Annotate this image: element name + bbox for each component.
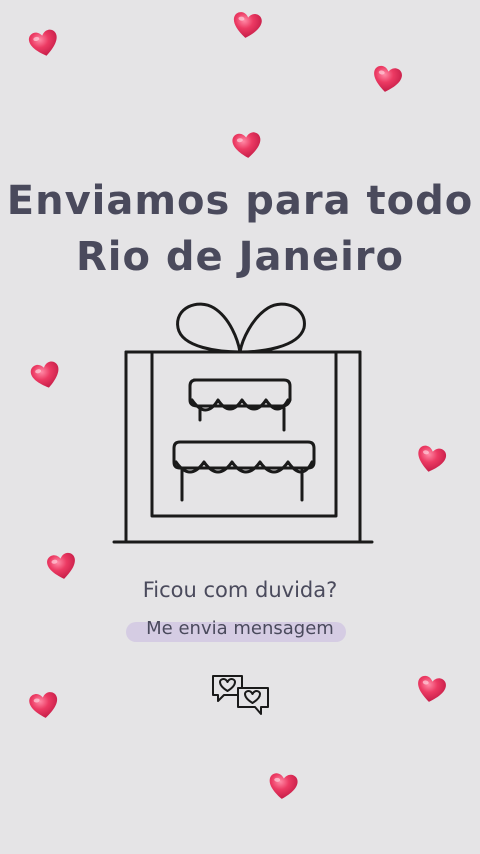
heart-icon xyxy=(230,10,264,42)
send-message-link[interactable]: Me envia mensagem xyxy=(0,618,480,639)
chat-hearts-icon[interactable] xyxy=(210,672,272,718)
heart-icon xyxy=(370,64,404,97)
heart-icon xyxy=(413,443,448,477)
question-text: Ficou com duvida? xyxy=(142,578,338,602)
heart-icon xyxy=(28,359,64,393)
heart-icon xyxy=(267,772,300,803)
heart-icon xyxy=(231,131,264,162)
heart-icon xyxy=(27,690,61,722)
gift-box-cake-icon xyxy=(112,302,374,544)
heart-icon xyxy=(414,674,448,707)
title-line-1: Enviamos para todo xyxy=(6,178,474,224)
title-line-2: Rio de Janeiro xyxy=(75,234,404,280)
heart-icon xyxy=(26,27,61,61)
